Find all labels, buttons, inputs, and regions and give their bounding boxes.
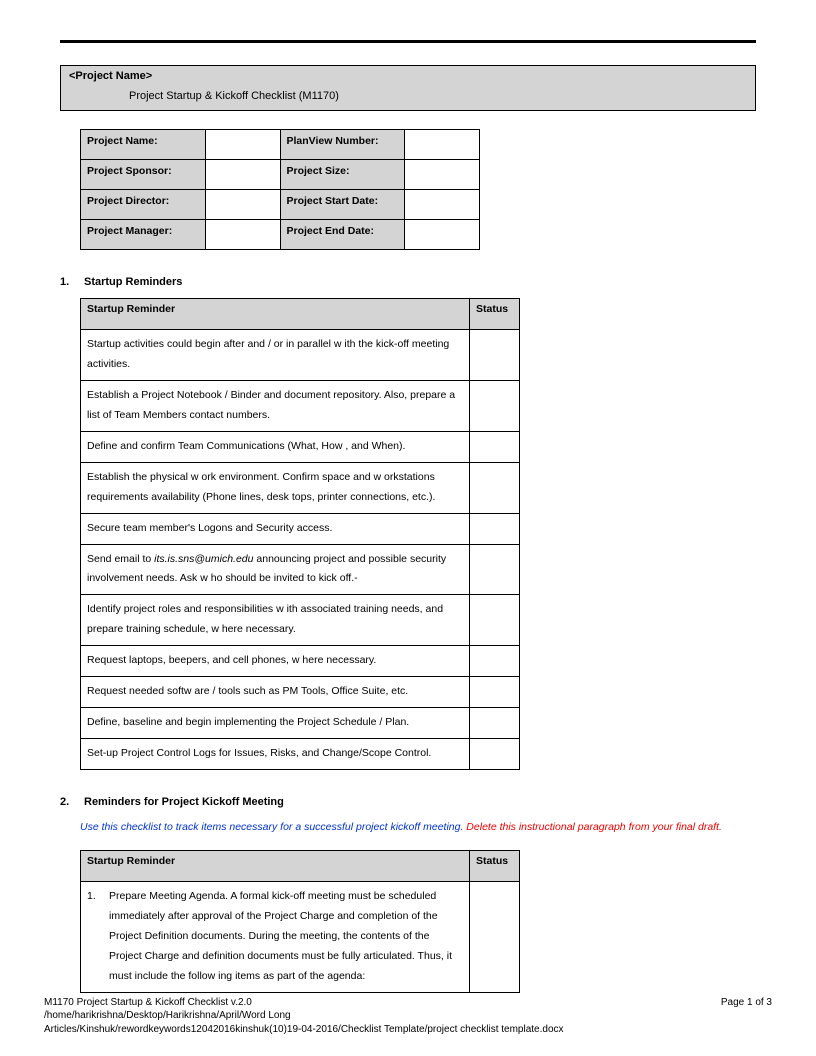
section1-table: Startup Reminder Status Startup activiti… [80, 298, 520, 770]
section1-heading: 1.Startup Reminders [60, 276, 756, 288]
label-end: Project End Date: [280, 220, 405, 250]
section2-table: Startup Reminder Status 1. Prepare Meeti… [80, 850, 520, 993]
footer-path-1: /home/harikrishna/Desktop/Harikrishna/Ap… [44, 1009, 772, 1023]
label-project-name: Project Name: [81, 130, 206, 160]
label-director: Project Director: [81, 190, 206, 220]
row-text: Prepare Meeting Agenda. A formal kick-of… [109, 887, 463, 987]
row-num: 1. [87, 887, 109, 987]
status-cell [470, 380, 520, 431]
label-size: Project Size: [280, 160, 405, 190]
value-manager [205, 220, 280, 250]
instr-blue: Use this checklist to track items necess… [80, 821, 463, 833]
label-manager: Project Manager: [81, 220, 206, 250]
footer-version: M1170 Project Startup & Kickoff Checklis… [44, 996, 252, 1010]
status-cell [470, 330, 520, 381]
footer-path-2: Articles/Kinshuk/rewordkeywords12042016k… [44, 1023, 772, 1037]
reminder-cell: Set-up Project Control Logs for Issues, … [81, 739, 470, 770]
reminder-cell: Request laptops, beepers, and cell phone… [81, 646, 470, 677]
value-project-name [205, 130, 280, 160]
status-cell [470, 513, 520, 544]
label-start: Project Start Date: [280, 190, 405, 220]
project-name-placeholder: <Project Name> [69, 68, 747, 88]
top-rule [60, 40, 756, 43]
reminder-cell: Secure team member's Logons and Security… [81, 513, 470, 544]
col-status: Status [470, 850, 520, 881]
row6-pre: Send email to [87, 553, 154, 565]
reminder-cell: 1. Prepare Meeting Agenda. A formal kick… [81, 881, 470, 992]
section1-table-wrap: Startup Reminder Status Startup activiti… [60, 298, 756, 788]
status-cell [470, 431, 520, 462]
value-end [405, 220, 480, 250]
page-footer: M1170 Project Startup & Kickoff Checklis… [44, 996, 772, 1037]
document-title: Project Startup & Kickoff Checklist (M11… [69, 88, 747, 104]
status-cell [470, 708, 520, 739]
meta-table-wrap: Project Name: PlanView Number: Project S… [60, 129, 756, 268]
section2-heading: 2.Reminders for Project Kickoff Meeting [60, 796, 756, 808]
section2-title: Reminders for Project Kickoff Meeting [84, 796, 284, 808]
row6-email: its.is.sns@umich.edu [154, 553, 253, 565]
status-cell [470, 595, 520, 646]
section1-title: Startup Reminders [84, 276, 182, 288]
section1-num: 1. [60, 276, 84, 288]
value-start [405, 190, 480, 220]
section2-instruction: Use this checklist to track items necess… [60, 818, 756, 850]
status-cell [470, 881, 520, 992]
reminder-cell: Establish a Project Notebook / Binder an… [81, 380, 470, 431]
label-sponsor: Project Sponsor: [81, 160, 206, 190]
label-planview: PlanView Number: [280, 130, 405, 160]
status-cell [470, 462, 520, 513]
value-director [205, 190, 280, 220]
section2-num: 2. [60, 796, 84, 808]
col-reminder: Startup Reminder [81, 299, 470, 330]
status-cell [470, 677, 520, 708]
reminder-cell: Define, baseline and begin implementing … [81, 708, 470, 739]
meta-table: Project Name: PlanView Number: Project S… [80, 129, 480, 250]
reminder-cell: Establish the physical w ork environment… [81, 462, 470, 513]
status-cell [470, 544, 520, 595]
value-planview [405, 130, 480, 160]
instr-red: Delete this instructional paragraph from… [463, 821, 722, 833]
section2-table-wrap: Startup Reminder Status 1. Prepare Meeti… [60, 850, 756, 1011]
status-cell [470, 646, 520, 677]
value-sponsor [205, 160, 280, 190]
reminder-cell: Identify project roles and responsibilit… [81, 595, 470, 646]
status-cell [470, 739, 520, 770]
reminder-cell: Send email to its.is.sns@umich.edu annou… [81, 544, 470, 595]
reminder-cell: Define and confirm Team Communications (… [81, 431, 470, 462]
col-status: Status [470, 299, 520, 330]
title-block: <Project Name> Project Startup & Kickoff… [60, 65, 756, 111]
document-page: <Project Name> Project Startup & Kickoff… [0, 0, 816, 1056]
footer-page: Page 1 of 3 [721, 996, 772, 1010]
col-reminder: Startup Reminder [81, 850, 470, 881]
reminder-cell: Startup activities could begin after and… [81, 330, 470, 381]
value-size [405, 160, 480, 190]
reminder-cell: Request needed softw are / tools such as… [81, 677, 470, 708]
